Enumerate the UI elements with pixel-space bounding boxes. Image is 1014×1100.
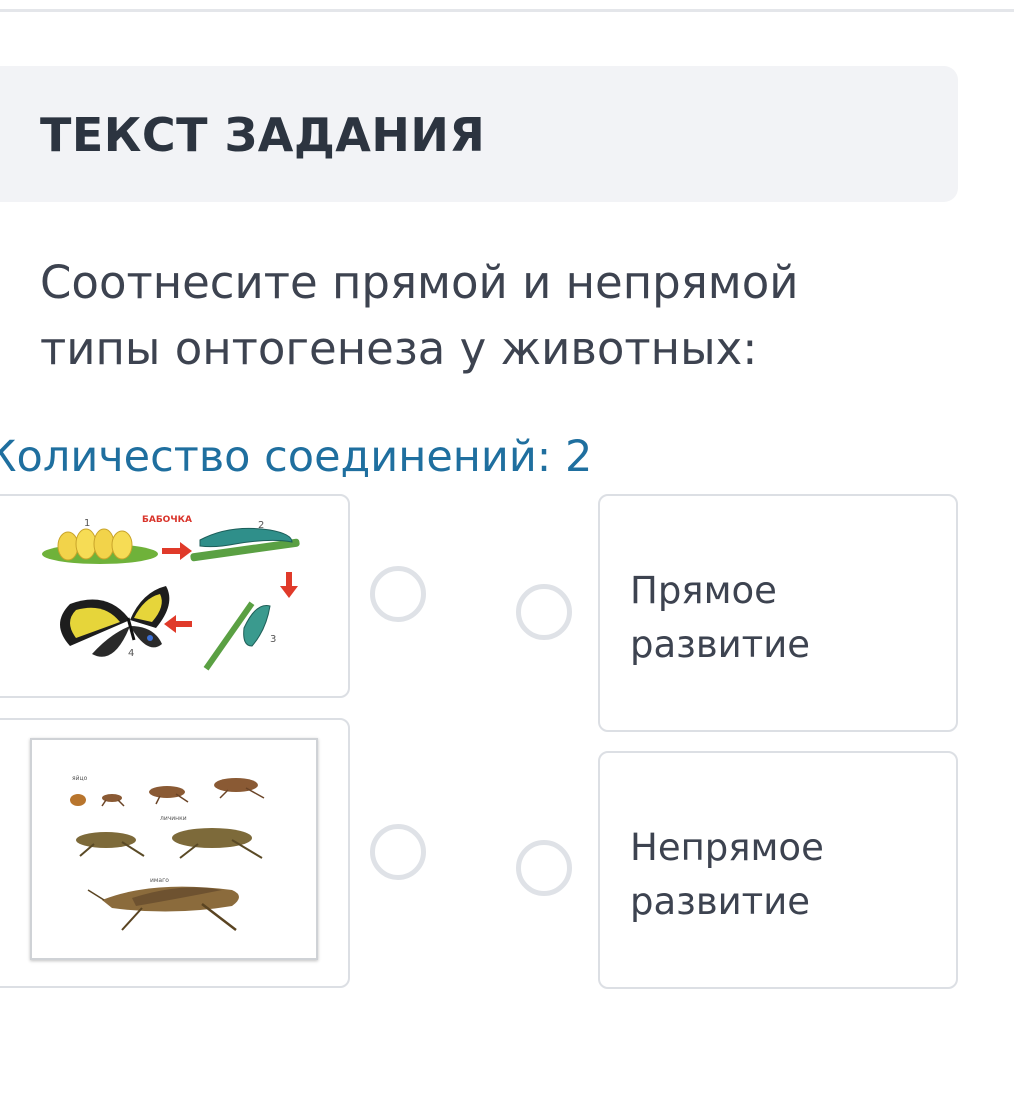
grasshopper-development-image: яйцо личинки имаго — [30, 738, 318, 960]
right-item-label-line-2: развитие — [630, 623, 811, 666]
right-item-label-line-2: развитие — [630, 880, 811, 923]
top-divider — [0, 9, 1014, 12]
stage-label-larvae: личинки — [160, 815, 187, 822]
question-line-2: типы онтогенеза у животных: — [40, 322, 758, 375]
right-item-direct-development[interactable]: Прямое развитие — [598, 494, 958, 732]
right-item-label-line-1: Прямое — [630, 569, 777, 612]
stage-label-adult: имаго — [150, 877, 169, 884]
stage-number-3: 3 — [270, 634, 276, 645]
butterfly-label: БАБОЧКА — [142, 515, 192, 525]
connections-count: Количество соединений: 2 — [0, 432, 593, 482]
right-item-indirect-development[interactable]: Непрямое развитие — [598, 751, 958, 989]
question-line-1: Соотнесите прямой и непрямой — [40, 256, 799, 309]
right-item-1-connector[interactable] — [516, 584, 572, 640]
question-text: Соотнесите прямой и непрямой типы онтоге… — [40, 250, 940, 382]
stage-number-1: 1 — [84, 518, 90, 529]
task-header-title: ТЕКСТ ЗАДАНИЯ — [40, 108, 486, 162]
right-item-label: Непрямое развитие — [630, 821, 824, 929]
right-item-label-line-1: Непрямое — [630, 826, 824, 869]
butterfly-life-cycle-image: 1 2 3 4 БАБОЧКА — [30, 506, 330, 676]
right-item-2-connector[interactable] — [516, 840, 572, 896]
left-item-1-connector[interactable] — [370, 566, 426, 622]
left-item-2-connector[interactable] — [370, 824, 426, 880]
stage-label-egg: яйцо — [72, 775, 88, 782]
right-item-label: Прямое развитие — [630, 564, 810, 672]
stage-number-4: 4 — [128, 648, 134, 659]
